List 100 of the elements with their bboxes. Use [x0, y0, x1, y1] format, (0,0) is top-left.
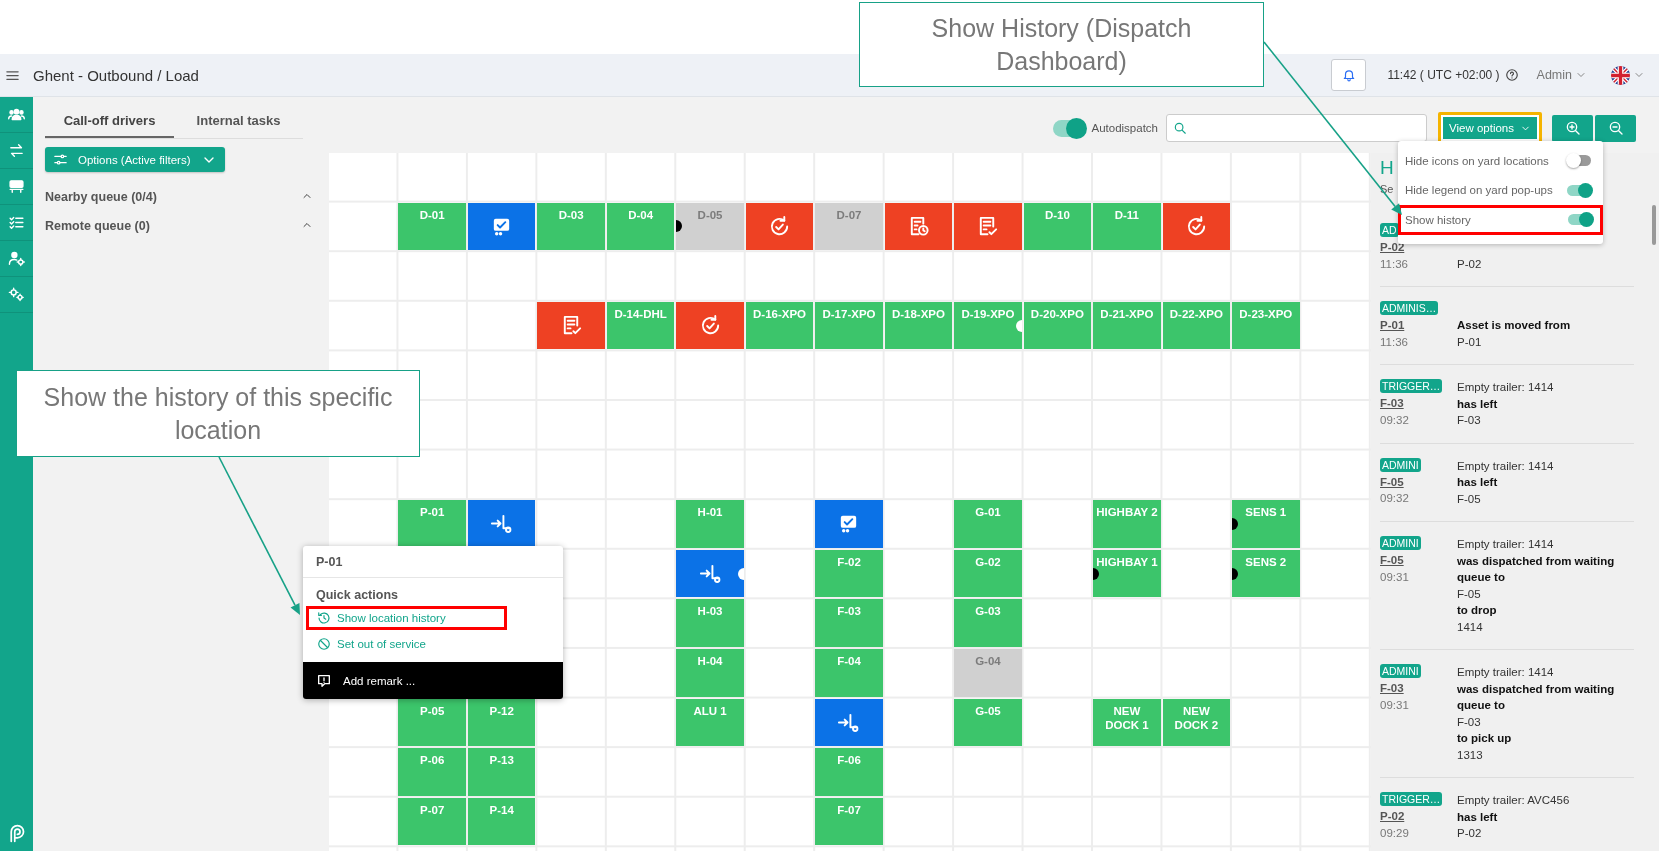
task-tile[interactable]: [1162, 202, 1231, 251]
yard-location[interactable]: P-13: [467, 748, 536, 796]
callout: Show the history of this specific location: [16, 370, 420, 457]
help-icon[interactable]: [1504, 68, 1519, 82]
toggle-switch[interactable]: [1567, 184, 1591, 196]
zoom-in-button[interactable]: [1552, 114, 1593, 142]
yard-location[interactable]: D-11: [1093, 202, 1161, 251]
yard-location[interactable]: P-06: [398, 748, 466, 796]
yard-location[interactable]: D-23-XPO: [1232, 301, 1300, 350]
option-label[interactable]: Hide icons on yard locations: [1405, 154, 1549, 167]
task-tile[interactable]: [884, 202, 953, 251]
view-options-button[interactable]: View options: [1438, 112, 1542, 144]
tab[interactable]: Internal tasks: [174, 105, 303, 138]
location-link[interactable]: P-02: [1380, 239, 1405, 256]
vehicle-icon[interactable]: [8, 178, 25, 195]
source-badge: ADMINI: [1380, 536, 1421, 550]
checklist-icon[interactable]: [8, 214, 25, 231]
history-text: Empty trailer: 1414: [1457, 380, 1555, 395]
yard-location[interactable]: F-03: [815, 599, 883, 647]
location-label: F-03: [836, 604, 862, 620]
yard-location[interactable]: D-14-DHL: [606, 301, 675, 350]
task-tile[interactable]: [676, 549, 744, 598]
location-label: D-16-XPO: [752, 306, 808, 322]
yard-location[interactable]: P-01: [398, 500, 466, 548]
yard-location[interactable]: D-22-XPO: [1162, 301, 1231, 350]
yard-location[interactable]: D-21-XPO: [1093, 301, 1161, 350]
yard-location[interactable]: D-19-XPO: [954, 301, 1022, 350]
yard-location[interactable]: SENS 2: [1232, 549, 1300, 598]
yard-location[interactable]: P-07: [398, 797, 466, 846]
task-tile[interactable]: [676, 301, 744, 350]
popup-action[interactable]: Set out of service: [306, 632, 507, 656]
yard-location[interactable]: ALU 1: [676, 698, 744, 747]
task-tile[interactable]: [467, 202, 536, 251]
yard-location[interactable]: H-03: [676, 599, 744, 647]
options-button[interactable]: Options (Active filters): [45, 147, 225, 172]
location-link[interactable]: F-03: [1380, 395, 1404, 412]
history-text: P-02: [1457, 826, 1483, 841]
yard-location[interactable]: HIGHBAY 1: [1093, 549, 1161, 598]
yard-location[interactable]: G-03: [954, 599, 1022, 647]
yard-location[interactable]: SENS 1: [1232, 500, 1300, 548]
option-label[interactable]: Hide legend on yard pop-ups: [1405, 184, 1553, 197]
location-link[interactable]: P-02: [1380, 808, 1405, 825]
toggle-switch[interactable]: [1052, 119, 1085, 137]
yard-location[interactable]: F-04: [815, 648, 883, 697]
yard-location[interactable]: P-12: [467, 698, 536, 747]
queue-heading[interactable]: Remote queue (0): [45, 218, 150, 233]
gears-icon[interactable]: [8, 286, 25, 303]
swap-arrows-icon[interactable]: [8, 142, 25, 159]
yard-location[interactable]: NEW DOCK 1: [1093, 698, 1161, 747]
yard-location[interactable]: P-14: [467, 797, 536, 846]
zoom-in-icon: [1564, 120, 1581, 136]
yard-location[interactable]: G-05: [954, 698, 1022, 747]
yard-location[interactable]: D-16-XPO: [745, 301, 814, 350]
scrollbar[interactable]: [1652, 205, 1656, 245]
location-label: ALU 1: [692, 703, 728, 719]
task-tile[interactable]: [954, 202, 1022, 251]
users-icon[interactable]: [8, 106, 25, 123]
bell-icon: [1341, 68, 1356, 82]
remark-field[interactable]: Add remark ...: [303, 662, 563, 699]
language-menu[interactable]: [1611, 65, 1645, 85]
task-tile[interactable]: [467, 500, 536, 548]
remark-input[interactable]: Add remark ...: [341, 673, 550, 688]
location-link[interactable]: F-05: [1380, 473, 1404, 490]
user-gear-icon[interactable]: [8, 250, 25, 267]
task-tile[interactable]: [537, 301, 605, 350]
history-text: 1313: [1457, 747, 1484, 763]
yard-location[interactable]: D-18-XPO: [884, 301, 953, 350]
yard-location[interactable]: H-04: [676, 648, 744, 697]
yard-location[interactable]: F-02: [815, 549, 883, 598]
user-menu[interactable]: Admin: [1536, 68, 1587, 82]
tab[interactable]: Call-off drivers: [45, 105, 174, 138]
toggle-switch[interactable]: [1567, 155, 1591, 167]
toggle-switch[interactable]: [1568, 214, 1592, 226]
task-tile[interactable]: [745, 202, 814, 251]
yard-location[interactable]: D-10: [1023, 202, 1092, 251]
yard-location[interactable]: F-07: [815, 797, 883, 846]
yard-location[interactable]: D-03: [537, 202, 605, 251]
yard-location[interactable]: HIGHBAY 2: [1093, 500, 1161, 548]
yard-location[interactable]: D-17-XPO: [815, 301, 883, 350]
location-link[interactable]: P-01: [1380, 317, 1405, 334]
yard-location[interactable]: D-01: [398, 202, 466, 251]
yard-location[interactable]: G-02: [954, 549, 1022, 598]
queue-heading[interactable]: Nearby queue (0/4): [45, 189, 157, 204]
task-tile[interactable]: [815, 500, 883, 548]
task-tile[interactable]: [815, 698, 883, 747]
yard-location[interactable]: F-06: [815, 748, 883, 796]
yard-location[interactable]: H-01: [676, 500, 744, 548]
yard-location[interactable]: NEW DOCK 2: [1162, 698, 1231, 747]
yard-location[interactable]: D-04: [606, 202, 675, 251]
location-link[interactable]: F-03: [1380, 680, 1404, 697]
yard-location[interactable]: D-20-XPO: [1023, 301, 1092, 350]
search-field[interactable]: [1166, 114, 1427, 142]
option-label[interactable]: Show history: [1405, 213, 1471, 226]
yard-location[interactable]: G-01: [954, 500, 1022, 548]
popup-action[interactable]: Show location history: [306, 606, 507, 630]
yard-location[interactable]: P-05: [398, 698, 466, 747]
notifications-button[interactable]: [1331, 59, 1367, 91]
zoom-out-button[interactable]: [1595, 114, 1636, 142]
location-link[interactable]: F-05: [1380, 552, 1404, 569]
location-label: G-05: [974, 703, 1002, 719]
